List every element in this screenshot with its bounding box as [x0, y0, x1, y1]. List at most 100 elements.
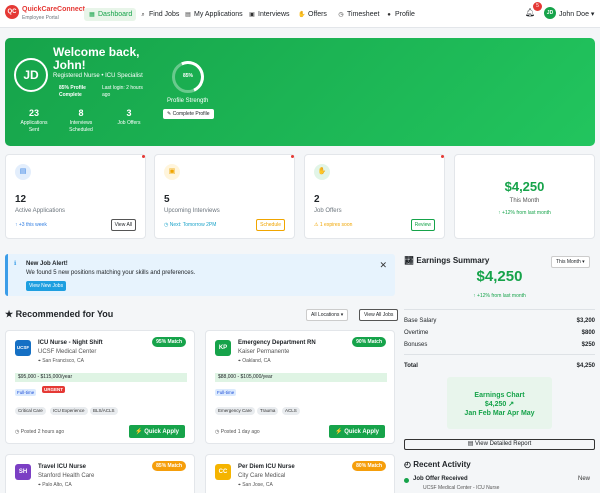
job-employer: UCSF Medical Center: [38, 349, 97, 355]
job-card[interactable]: UCSF ICU Nurse - Night Shift UCSF Medica…: [5, 330, 195, 444]
bolt-icon: ⚡: [335, 429, 343, 435]
stat-card-value: 5: [164, 194, 170, 205]
job-title[interactable]: ICU Nurse - Night Shift: [38, 340, 103, 346]
stat-applications-label: Applications Sent: [20, 120, 48, 133]
calendar-icon: ▣: [249, 12, 255, 18]
posted-time: ◷ Posted 1 day ago: [215, 429, 260, 435]
posted-time: ◷ Posted 2 hours ago: [15, 429, 65, 435]
stat-card-sub: ◷ Next: Tomorrow 2PM: [164, 222, 217, 228]
user-icon: ●: [387, 12, 391, 18]
top-navbar: QC QuickCareConnect Employee Portal ▦ Das…: [0, 0, 600, 28]
review-button[interactable]: Review: [410, 219, 435, 231]
nav-find-jobs[interactable]: ⌕ Find Jobs: [139, 8, 179, 21]
brand-logo[interactable]: QC: [5, 5, 19, 19]
job-location: ⌖ Palo Alto, CA: [38, 482, 72, 488]
user-avatar[interactable]: JD: [544, 7, 556, 19]
schedule-button[interactable]: Schedule: [256, 219, 285, 231]
nav-offers[interactable]: ✋ Offers: [298, 8, 327, 21]
pin-icon: ⌖: [38, 482, 41, 488]
stat-card-earnings: $4,250 This Month ↑ +12% from last month: [454, 154, 595, 239]
stat-card-interviews: ▣ 5 Upcoming Interviews ◷ Next: Tomorrow…: [154, 154, 295, 239]
file-icon: ▤: [15, 164, 31, 180]
nav-dashboard[interactable]: ▦ Dashboard: [84, 8, 137, 21]
activity-item-title: Job Offer Received: [413, 476, 468, 482]
view-all-jobs-button[interactable]: View All Jobs: [359, 309, 399, 321]
clock-icon: ◷: [215, 429, 220, 435]
quick-apply-button[interactable]: ⚡ Quick Apply: [129, 425, 185, 438]
history-icon: ◴: [404, 460, 411, 469]
earnings-chart-placeholder: Earnings Chart $4,250 ↗ Jan Feb Mar Apr …: [447, 377, 552, 429]
stat-card-label: Upcoming Interviews: [164, 208, 220, 214]
earnings-row-label: Base Salary: [404, 318, 437, 324]
complete-profile-button[interactable]: ✎ Complete Profile: [163, 109, 214, 119]
grid-icon: ▦: [89, 12, 95, 18]
earnings-total-label: Total: [404, 363, 418, 369]
skill-chip: Trauma: [257, 407, 279, 415]
view-all-button[interactable]: View All: [110, 219, 136, 231]
earnings-total-value: $4,250: [576, 363, 595, 369]
arrow-up-icon: ↑: [498, 210, 501, 216]
hero-role: Registered Nurse • ICU Specialist: [53, 73, 143, 79]
close-icon[interactable]: ✕: [379, 260, 387, 271]
divider: [404, 354, 595, 355]
alert-title: New Job Alert!: [26, 261, 68, 267]
earnings-row-value: $3,200: [576, 318, 595, 324]
skill-chip: BLS/ACLS: [90, 407, 118, 415]
view-new-jobs-button[interactable]: View New Jobs: [26, 281, 67, 291]
brand-name[interactable]: QuickCareConnect: [22, 6, 85, 13]
job-title[interactable]: Per Diem ICU Nurse: [238, 464, 295, 470]
star-icon: ★: [5, 309, 14, 319]
employer-logo: UCSF: [15, 340, 31, 356]
earnings-row-label: Bonuses: [404, 342, 428, 348]
month-earnings-change: ↑ +12% from last month: [498, 210, 551, 216]
activity-item-subtitle: UCSF Medical Center - ICU Nurse: [423, 485, 500, 491]
job-title[interactable]: Travel ICU Nurse: [38, 464, 86, 470]
nav-profile[interactable]: ● Profile: [385, 8, 415, 21]
stat-card-value: 12: [15, 194, 27, 205]
job-employer: City Care Medical: [238, 473, 286, 479]
profile-strength-percent: 85%: [182, 73, 193, 79]
bolt-icon: ⚡: [135, 429, 143, 435]
nav-timesheet[interactable]: ◷ Timesheet: [337, 8, 379, 21]
match-badge: 80% Match: [352, 461, 386, 471]
warning-icon: ⚠: [314, 222, 319, 228]
salary-range: $88,000 - $105,000/year: [215, 373, 387, 382]
stat-applications-value: 23: [28, 108, 39, 118]
handshake-icon: ✋: [314, 164, 330, 180]
month-earnings-value: $4,250: [504, 179, 545, 194]
urgent-badge: URGENT: [42, 386, 65, 393]
job-location: ⌖ San Jose, CA: [238, 482, 273, 488]
activity-new-badge: New: [577, 476, 590, 482]
last-login-text: Last login: 2 hours ago: [102, 85, 143, 98]
skill-chip: Critical Care: [15, 407, 46, 415]
period-select[interactable]: This Month ▾: [551, 256, 590, 268]
job-card[interactable]: KP Emergency Department RN Kaiser Perman…: [205, 330, 395, 444]
match-badge: 85% Match: [152, 461, 186, 471]
divider: [404, 309, 595, 310]
location-filter-select[interactable]: All Locations ▾: [306, 309, 349, 321]
pin-icon: ⌖: [238, 358, 241, 364]
status-dot: [291, 155, 294, 158]
earnings-row-value: $800: [581, 330, 595, 336]
job-title[interactable]: Emergency Department RN: [238, 340, 316, 346]
activity-dot: [404, 478, 409, 483]
handshake-icon: ✋: [298, 12, 306, 18]
job-type-badge: Full-time: [215, 389, 237, 396]
profile-complete-text: 85% Profile Complete: [59, 85, 86, 98]
stat-card-applications: ▤ 12 Active Applications ↑ +3 this week …: [5, 154, 146, 239]
view-detailed-report-button[interactable]: ▤ View Detailed Report: [404, 439, 595, 450]
stat-card-label: Active Applications: [15, 208, 66, 214]
notification-badge: 5: [533, 2, 542, 11]
earnings-row-label: Overtime: [404, 330, 429, 336]
stat-card-value: 2: [314, 194, 320, 205]
user-menu[interactable]: John Doe ▾: [559, 10, 594, 18]
nav-my-applications[interactable]: ▤ My Applications: [184, 8, 242, 21]
job-card[interactable]: CC Per Diem ICU Nurse City Care Medical …: [205, 454, 395, 493]
stat-card-offers: ✋ 2 Job Offers ⚠ 1 expires soon Review: [304, 154, 445, 239]
job-card[interactable]: SH Travel ICU Nurse Stanford Health Care…: [5, 454, 195, 493]
quick-apply-button[interactable]: ⚡ Quick Apply: [329, 425, 385, 438]
skill-chip: ICU Experience: [50, 407, 88, 415]
earnings-change: ↑ +12% from last month: [473, 293, 526, 299]
nav-interviews[interactable]: ▣ Interviews: [248, 8, 289, 21]
file-icon: ▤: [467, 441, 474, 447]
